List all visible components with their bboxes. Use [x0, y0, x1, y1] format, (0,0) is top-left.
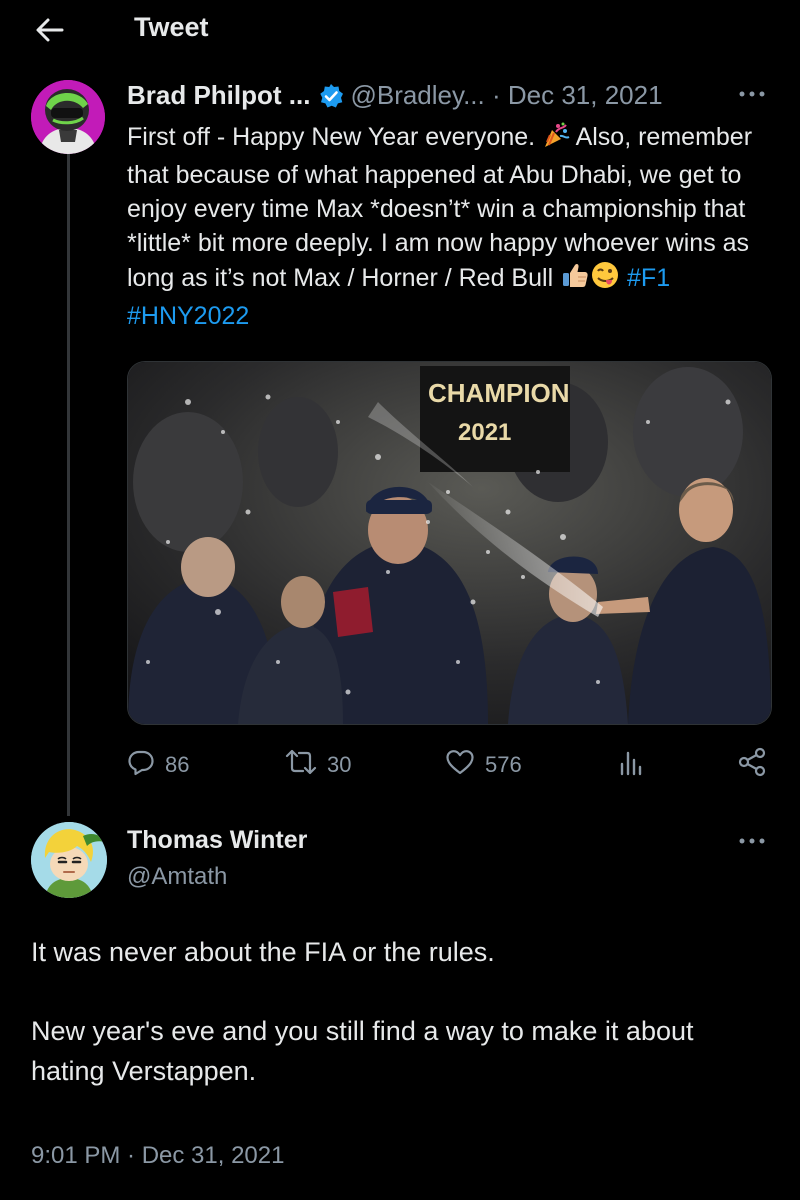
author-name[interactable]: Brad Philpot ...: [127, 80, 310, 110]
analytics-icon: [617, 748, 655, 782]
arrow-left-icon[interactable]: [32, 12, 68, 48]
winking-tongue-face-icon: [590, 260, 620, 299]
top-bar: Tweet: [0, 0, 800, 60]
share-icon: [737, 747, 777, 783]
tweet-date[interactable]: Dec 31, 2021: [508, 80, 663, 110]
verified-badge-icon: [318, 83, 344, 116]
reply-icon: [127, 748, 165, 782]
share-button[interactable]: [737, 745, 777, 785]
retweet-icon: [285, 748, 327, 782]
reply-button[interactable]: 86: [127, 745, 189, 785]
banner-text-year: 2021: [458, 419, 511, 446]
reply-author-name[interactable]: Thomas Winter: [127, 826, 307, 855]
retweet-count: 30: [327, 752, 352, 777]
hashtag-link[interactable]: #HNY2022: [127, 302, 249, 330]
reply-paragraph: It was never about the FIA or the rules.: [31, 937, 495, 967]
hashtag-link[interactable]: #F1: [627, 264, 670, 292]
reply-count: 86: [165, 752, 190, 777]
heart-icon: [445, 748, 485, 782]
page-title: Tweet: [134, 12, 209, 42]
tweet-header: Brad Philpot ... @Bradley... · Dec 31, 20…: [127, 80, 777, 114]
author-handle[interactable]: @Bradley...: [350, 80, 484, 110]
more-horizontal-icon[interactable]: [737, 84, 767, 104]
like-button[interactable]: 576: [445, 745, 522, 785]
banner-text-champion: CHAMPION: [428, 378, 570, 408]
thread-connector: [67, 148, 70, 816]
reply-author-handle[interactable]: @Amtath: [127, 863, 227, 891]
reply-timestamp[interactable]: 9:01 PM · Dec 31, 2021: [31, 1142, 284, 1170]
tweet-actions: 86 30 576: [127, 745, 777, 785]
tweet-text: First off - Happy New Year everyone. Als…: [127, 120, 777, 333]
reply-author-avatar[interactable]: [31, 822, 107, 898]
views-button[interactable]: [617, 745, 655, 785]
more-horizontal-icon[interactable]: [737, 831, 767, 851]
retweet-button[interactable]: 30: [285, 745, 351, 785]
tweet-photo[interactable]: CHAMPION 2021: [127, 361, 772, 725]
separator-dot: ·: [491, 80, 501, 110]
tweet-text-part: First off - Happy New Year everyone.: [127, 123, 543, 151]
author-avatar[interactable]: [31, 80, 105, 154]
like-count: 576: [485, 752, 522, 777]
reply-paragraph: New year's eve and you still find a way …: [31, 1016, 694, 1086]
thumbs-up-icon: [560, 260, 590, 299]
reply-text: It was never about the FIA or the rules.…: [31, 932, 771, 1091]
party-popper-icon: [542, 121, 570, 158]
